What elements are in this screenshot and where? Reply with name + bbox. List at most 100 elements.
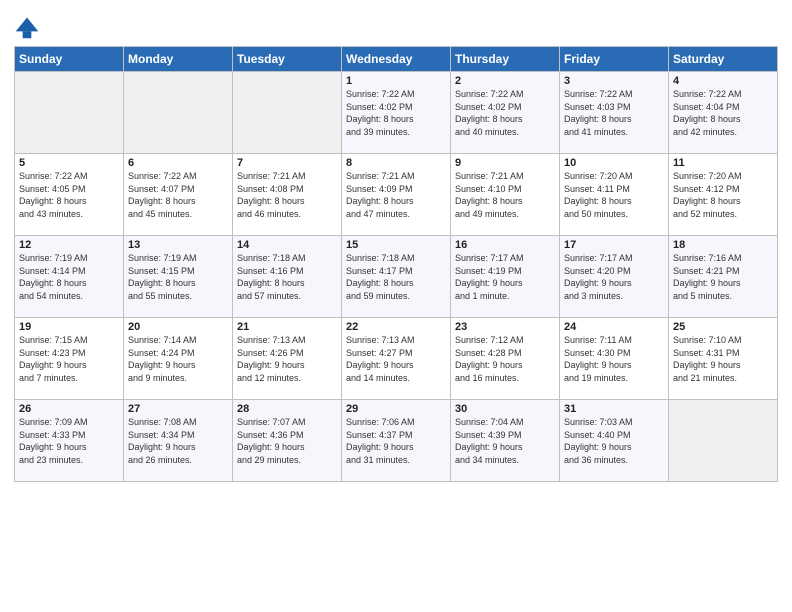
calendar-cell: 2Sunrise: 7:22 AM Sunset: 4:02 PM Daylig… [451, 72, 560, 154]
day-number: 28 [237, 403, 337, 415]
calendar-cell: 31Sunrise: 7:03 AM Sunset: 4:40 PM Dayli… [560, 400, 669, 482]
day-info: Sunrise: 7:22 AM Sunset: 4:02 PM Dayligh… [346, 88, 446, 138]
day-number: 11 [673, 157, 773, 169]
weekday-header-saturday: Saturday [669, 47, 778, 72]
day-number: 26 [19, 403, 119, 415]
day-number: 7 [237, 157, 337, 169]
calendar-cell: 12Sunrise: 7:19 AM Sunset: 4:14 PM Dayli… [15, 236, 124, 318]
weekday-header-friday: Friday [560, 47, 669, 72]
day-number: 5 [19, 157, 119, 169]
weekday-header-sunday: Sunday [15, 47, 124, 72]
day-info: Sunrise: 7:20 AM Sunset: 4:11 PM Dayligh… [564, 170, 664, 220]
day-number: 10 [564, 157, 664, 169]
calendar-cell: 22Sunrise: 7:13 AM Sunset: 4:27 PM Dayli… [342, 318, 451, 400]
calendar-cell: 14Sunrise: 7:18 AM Sunset: 4:16 PM Dayli… [233, 236, 342, 318]
calendar-cell: 24Sunrise: 7:11 AM Sunset: 4:30 PM Dayli… [560, 318, 669, 400]
day-number: 1 [346, 75, 446, 87]
logo-icon [14, 14, 40, 40]
calendar-cell: 10Sunrise: 7:20 AM Sunset: 4:11 PM Dayli… [560, 154, 669, 236]
day-info: Sunrise: 7:13 AM Sunset: 4:27 PM Dayligh… [346, 334, 446, 384]
calendar-cell: 15Sunrise: 7:18 AM Sunset: 4:17 PM Dayli… [342, 236, 451, 318]
calendar-cell: 6Sunrise: 7:22 AM Sunset: 4:07 PM Daylig… [124, 154, 233, 236]
day-info: Sunrise: 7:19 AM Sunset: 4:14 PM Dayligh… [19, 252, 119, 302]
calendar: SundayMondayTuesdayWednesdayThursdayFrid… [14, 46, 778, 482]
day-number: 31 [564, 403, 664, 415]
day-info: Sunrise: 7:21 AM Sunset: 4:09 PM Dayligh… [346, 170, 446, 220]
day-info: Sunrise: 7:12 AM Sunset: 4:28 PM Dayligh… [455, 334, 555, 384]
calendar-cell: 25Sunrise: 7:10 AM Sunset: 4:31 PM Dayli… [669, 318, 778, 400]
calendar-cell: 21Sunrise: 7:13 AM Sunset: 4:26 PM Dayli… [233, 318, 342, 400]
calendar-cell: 11Sunrise: 7:20 AM Sunset: 4:12 PM Dayli… [669, 154, 778, 236]
calendar-cell [669, 400, 778, 482]
logo [14, 14, 44, 40]
day-info: Sunrise: 7:19 AM Sunset: 4:15 PM Dayligh… [128, 252, 228, 302]
calendar-cell: 23Sunrise: 7:12 AM Sunset: 4:28 PM Dayli… [451, 318, 560, 400]
calendar-cell [15, 72, 124, 154]
calendar-cell: 7Sunrise: 7:21 AM Sunset: 4:08 PM Daylig… [233, 154, 342, 236]
day-info: Sunrise: 7:11 AM Sunset: 4:30 PM Dayligh… [564, 334, 664, 384]
calendar-cell: 30Sunrise: 7:04 AM Sunset: 4:39 PM Dayli… [451, 400, 560, 482]
day-info: Sunrise: 7:07 AM Sunset: 4:36 PM Dayligh… [237, 416, 337, 466]
day-number: 6 [128, 157, 228, 169]
day-number: 25 [673, 321, 773, 333]
calendar-cell: 8Sunrise: 7:21 AM Sunset: 4:09 PM Daylig… [342, 154, 451, 236]
calendar-cell: 5Sunrise: 7:22 AM Sunset: 4:05 PM Daylig… [15, 154, 124, 236]
day-number: 14 [237, 239, 337, 251]
day-number: 20 [128, 321, 228, 333]
calendar-cell: 9Sunrise: 7:21 AM Sunset: 4:10 PM Daylig… [451, 154, 560, 236]
day-info: Sunrise: 7:08 AM Sunset: 4:34 PM Dayligh… [128, 416, 228, 466]
day-number: 13 [128, 239, 228, 251]
day-number: 30 [455, 403, 555, 415]
weekday-header-tuesday: Tuesday [233, 47, 342, 72]
day-number: 22 [346, 321, 446, 333]
calendar-cell: 18Sunrise: 7:16 AM Sunset: 4:21 PM Dayli… [669, 236, 778, 318]
day-info: Sunrise: 7:16 AM Sunset: 4:21 PM Dayligh… [673, 252, 773, 302]
day-number: 24 [564, 321, 664, 333]
week-row-4: 19Sunrise: 7:15 AM Sunset: 4:23 PM Dayli… [15, 318, 778, 400]
calendar-cell: 16Sunrise: 7:17 AM Sunset: 4:19 PM Dayli… [451, 236, 560, 318]
day-info: Sunrise: 7:22 AM Sunset: 4:02 PM Dayligh… [455, 88, 555, 138]
calendar-cell: 29Sunrise: 7:06 AM Sunset: 4:37 PM Dayli… [342, 400, 451, 482]
day-number: 12 [19, 239, 119, 251]
day-number: 19 [19, 321, 119, 333]
day-number: 3 [564, 75, 664, 87]
day-info: Sunrise: 7:03 AM Sunset: 4:40 PM Dayligh… [564, 416, 664, 466]
day-number: 9 [455, 157, 555, 169]
day-info: Sunrise: 7:13 AM Sunset: 4:26 PM Dayligh… [237, 334, 337, 384]
day-info: Sunrise: 7:21 AM Sunset: 4:10 PM Dayligh… [455, 170, 555, 220]
calendar-cell: 17Sunrise: 7:17 AM Sunset: 4:20 PM Dayli… [560, 236, 669, 318]
day-number: 18 [673, 239, 773, 251]
page: SundayMondayTuesdayWednesdayThursdayFrid… [0, 0, 792, 612]
day-number: 16 [455, 239, 555, 251]
day-number: 4 [673, 75, 773, 87]
calendar-cell: 28Sunrise: 7:07 AM Sunset: 4:36 PM Dayli… [233, 400, 342, 482]
day-info: Sunrise: 7:22 AM Sunset: 4:07 PM Dayligh… [128, 170, 228, 220]
day-info: Sunrise: 7:15 AM Sunset: 4:23 PM Dayligh… [19, 334, 119, 384]
calendar-cell: 27Sunrise: 7:08 AM Sunset: 4:34 PM Dayli… [124, 400, 233, 482]
calendar-cell: 26Sunrise: 7:09 AM Sunset: 4:33 PM Dayli… [15, 400, 124, 482]
day-info: Sunrise: 7:20 AM Sunset: 4:12 PM Dayligh… [673, 170, 773, 220]
calendar-cell [233, 72, 342, 154]
day-number: 2 [455, 75, 555, 87]
day-info: Sunrise: 7:18 AM Sunset: 4:16 PM Dayligh… [237, 252, 337, 302]
day-info: Sunrise: 7:22 AM Sunset: 4:05 PM Dayligh… [19, 170, 119, 220]
week-row-2: 5Sunrise: 7:22 AM Sunset: 4:05 PM Daylig… [15, 154, 778, 236]
calendar-cell: 13Sunrise: 7:19 AM Sunset: 4:15 PM Dayli… [124, 236, 233, 318]
day-number: 8 [346, 157, 446, 169]
week-row-5: 26Sunrise: 7:09 AM Sunset: 4:33 PM Dayli… [15, 400, 778, 482]
weekday-header-monday: Monday [124, 47, 233, 72]
calendar-cell: 20Sunrise: 7:14 AM Sunset: 4:24 PM Dayli… [124, 318, 233, 400]
day-info: Sunrise: 7:22 AM Sunset: 4:03 PM Dayligh… [564, 88, 664, 138]
day-info: Sunrise: 7:21 AM Sunset: 4:08 PM Dayligh… [237, 170, 337, 220]
calendar-cell: 3Sunrise: 7:22 AM Sunset: 4:03 PM Daylig… [560, 72, 669, 154]
day-info: Sunrise: 7:10 AM Sunset: 4:31 PM Dayligh… [673, 334, 773, 384]
calendar-cell: 1Sunrise: 7:22 AM Sunset: 4:02 PM Daylig… [342, 72, 451, 154]
day-number: 21 [237, 321, 337, 333]
day-number: 29 [346, 403, 446, 415]
day-info: Sunrise: 7:14 AM Sunset: 4:24 PM Dayligh… [128, 334, 228, 384]
week-row-1: 1Sunrise: 7:22 AM Sunset: 4:02 PM Daylig… [15, 72, 778, 154]
day-info: Sunrise: 7:22 AM Sunset: 4:04 PM Dayligh… [673, 88, 773, 138]
day-info: Sunrise: 7:06 AM Sunset: 4:37 PM Dayligh… [346, 416, 446, 466]
weekday-header-row: SundayMondayTuesdayWednesdayThursdayFrid… [15, 47, 778, 72]
day-info: Sunrise: 7:18 AM Sunset: 4:17 PM Dayligh… [346, 252, 446, 302]
